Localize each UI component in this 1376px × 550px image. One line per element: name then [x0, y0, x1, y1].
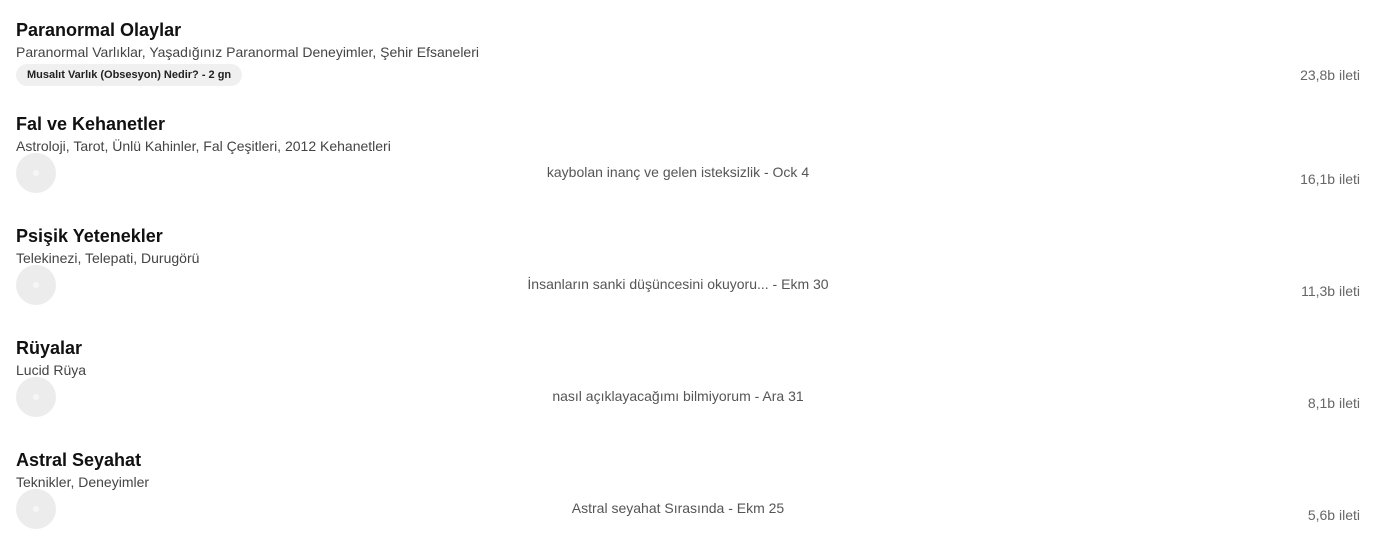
forum-title[interactable]: Fal ve Kehanetler: [16, 113, 165, 135]
post-count: 5,6b ileti: [1307, 507, 1360, 523]
forum-title[interactable]: Rüyalar: [16, 337, 82, 359]
last-post-link[interactable]: nasıl açıklayacağımı bilmiyorum - Ara 31: [420, 388, 936, 405]
avatar-placeholder-icon: [33, 506, 39, 512]
last-post-link[interactable]: İnsanların sanki düşüncesini okuyoru... …: [420, 276, 936, 293]
latest-topic-tag[interactable]: Musalıt Varlık (Obsesyon) Nedir? - 2 gn: [16, 64, 243, 86]
last-post-link[interactable]: kaybolan inanç ve gelen isteksizlik - Oc…: [420, 164, 936, 181]
avatar[interactable]: [16, 377, 56, 417]
forum-description: Telekinezi, Telepati, Durugörü: [16, 250, 200, 266]
avatar-placeholder-icon: [33, 170, 39, 176]
forum-description: Astroloji, Tarot, Ünlü Kahinler, Fal Çeş…: [16, 138, 391, 154]
avatar-placeholder-icon: [33, 282, 39, 288]
post-count: 8,1b ileti: [1307, 395, 1360, 411]
avatar[interactable]: [16, 265, 56, 305]
forum-title[interactable]: Paranormal Olaylar: [16, 19, 181, 41]
avatar[interactable]: [16, 153, 56, 193]
post-count: 23,8b ileti: [1300, 67, 1360, 83]
forum-description: Paranormal Varlıklar, Yaşadığınız Parano…: [16, 44, 479, 60]
last-post-link[interactable]: Astral seyahat Sırasında - Ekm 25: [420, 500, 936, 517]
forum-title[interactable]: Psişik Yetenekler: [16, 225, 163, 247]
forum-description: Lucid Rüya: [16, 362, 87, 378]
avatar[interactable]: [16, 489, 56, 529]
post-count: 11,3b ileti: [1301, 283, 1360, 299]
forum-title[interactable]: Astral Seyahat: [16, 449, 141, 471]
post-count: 16,1b ileti: [1300, 171, 1360, 187]
avatar-placeholder-icon: [33, 394, 39, 400]
